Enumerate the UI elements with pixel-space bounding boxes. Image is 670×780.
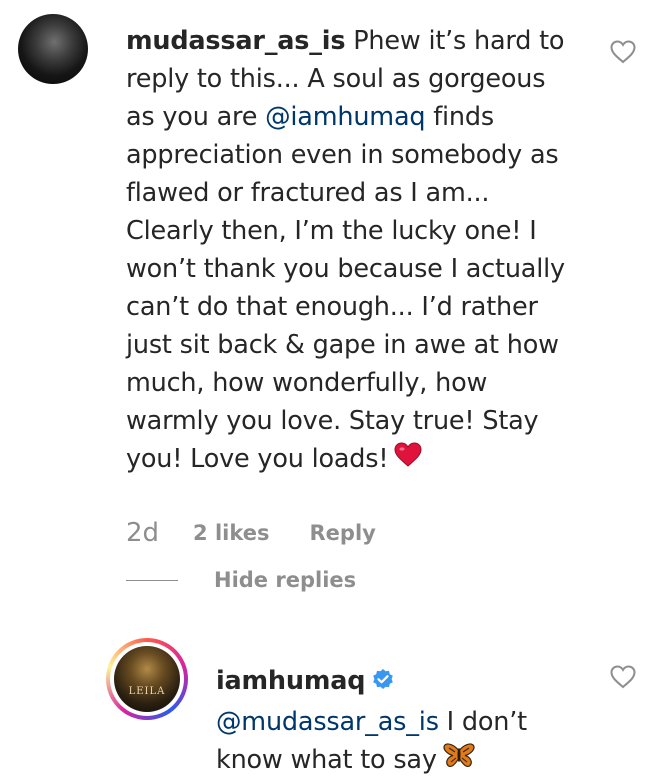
reply-username[interactable]: iamhumaq bbox=[216, 666, 365, 696]
avatar: LEILA bbox=[114, 646, 180, 712]
comment-text: mudassar_as_is Phew it’s hard to reply t… bbox=[126, 22, 576, 479]
verified-badge-icon bbox=[371, 665, 395, 703]
reply-button[interactable]: Reply bbox=[310, 521, 376, 545]
comment-mention-link[interactable]: @iamhumaq bbox=[265, 102, 425, 132]
hide-replies-label: Hide replies bbox=[214, 568, 357, 592]
divider-line bbox=[126, 579, 178, 581]
reply-item: LEILA iamhumaq @mudassar_as_is I don’t kn… bbox=[0, 620, 670, 775]
butterfly-emoji-icon bbox=[443, 742, 475, 780]
comment-likes-count[interactable]: 2 likes bbox=[193, 521, 269, 545]
heart-outline-icon[interactable] bbox=[610, 40, 636, 64]
avatar-logo-text: LEILA bbox=[128, 686, 166, 697]
hide-replies-button[interactable]: Hide replies bbox=[126, 565, 356, 595]
story-ring-avatar[interactable]: LEILA bbox=[106, 638, 188, 720]
avatar-ring-gap: LEILA bbox=[110, 642, 184, 716]
comment-timestamp[interactable]: 2d bbox=[126, 518, 159, 548]
comment-meta: 2d 2 likes Reply bbox=[126, 518, 376, 548]
avatar[interactable] bbox=[18, 14, 88, 84]
reply-mention-link[interactable]: @mudassar_as_is bbox=[216, 707, 439, 737]
red-heart-emoji-icon bbox=[394, 441, 422, 479]
heart-outline-icon[interactable] bbox=[610, 665, 636, 689]
comment-text-part2: finds appreciation even in somebody as f… bbox=[126, 102, 565, 474]
comment-username[interactable]: mudassar_as_is bbox=[126, 26, 346, 56]
reply-text: iamhumaq @mudassar_as_is I don’t know wha… bbox=[216, 662, 576, 780]
comment-item: mudassar_as_is Phew it’s hard to reply t… bbox=[0, 0, 670, 592]
